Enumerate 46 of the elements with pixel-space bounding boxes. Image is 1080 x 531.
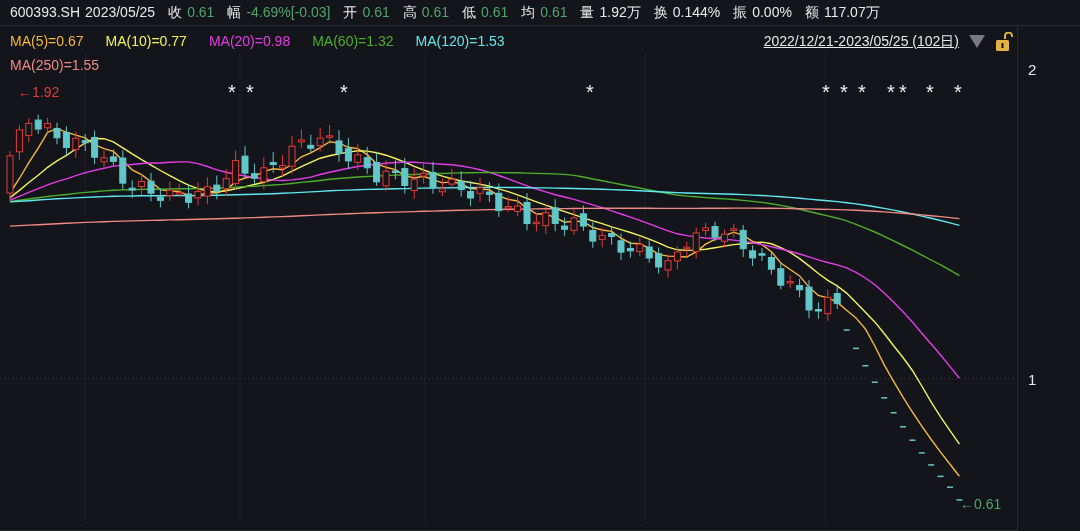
field-label: 换 (653, 3, 668, 22)
field-value: 0.61 (187, 3, 215, 22)
star-marker: * (954, 80, 962, 104)
field-value: 0.00% (752, 3, 792, 22)
ma-legend: MA(5)=0.67 (10, 31, 84, 52)
ma-legend: MA(120)=1.53 (415, 31, 505, 52)
field-value: 0.61 (421, 3, 449, 22)
field-label: 振 (733, 3, 748, 22)
stock-code: 600393.SH (10, 3, 81, 22)
field-label: 量 (580, 3, 595, 22)
field-value: 0.61 (540, 3, 568, 22)
y-axis-label: 2 (1028, 60, 1037, 80)
star-marker: * (586, 80, 594, 104)
ma-legend: MA(250)=1.55 (10, 55, 100, 76)
date-range-link[interactable]: 2022/12/21-2023/05/25 (102日) (763, 31, 959, 52)
field-value: 117.07万 (823, 3, 880, 22)
star-marker: * (246, 80, 254, 104)
field-label: 均 (521, 3, 536, 22)
y-axis-label: 1 (1028, 370, 1037, 390)
low-price-label: ←0.61 (960, 495, 1002, 514)
quote-date: 2023/05/25 (85, 3, 156, 22)
field-value: 0.144% (672, 3, 721, 22)
star-marker: * (340, 80, 348, 104)
unlocked-lock-icon[interactable] (995, 31, 1013, 52)
field-label: 开 (343, 3, 358, 22)
field-label: 幅 (227, 3, 242, 22)
ma-legend: MA(20)=0.98 (208, 31, 291, 52)
star-marker: * (899, 80, 907, 104)
ma-legend: MA(10)=0.77 (105, 31, 187, 52)
field-value: 0.61 (362, 3, 390, 22)
field-value: 0.61 (480, 3, 509, 22)
field-label: 额 (804, 3, 819, 22)
star-marker: * (228, 80, 236, 104)
dropdown-triangle-icon[interactable] (969, 35, 985, 48)
high-price-label: ←1.92 (18, 83, 60, 102)
field-value: -4.69%[-0.03] (246, 3, 331, 22)
field-value: 1.92万 (599, 3, 641, 22)
ma-legend: MA(60)=1.32 (312, 31, 394, 52)
star-marker: * (822, 80, 830, 104)
star-marker: * (840, 80, 848, 104)
field-label: 收 (168, 3, 183, 22)
star-marker: * (858, 80, 866, 104)
field-label: 高 (402, 3, 417, 22)
field-label: 低 (461, 3, 476, 22)
star-marker: * (926, 80, 934, 104)
star-marker: * (887, 80, 895, 104)
